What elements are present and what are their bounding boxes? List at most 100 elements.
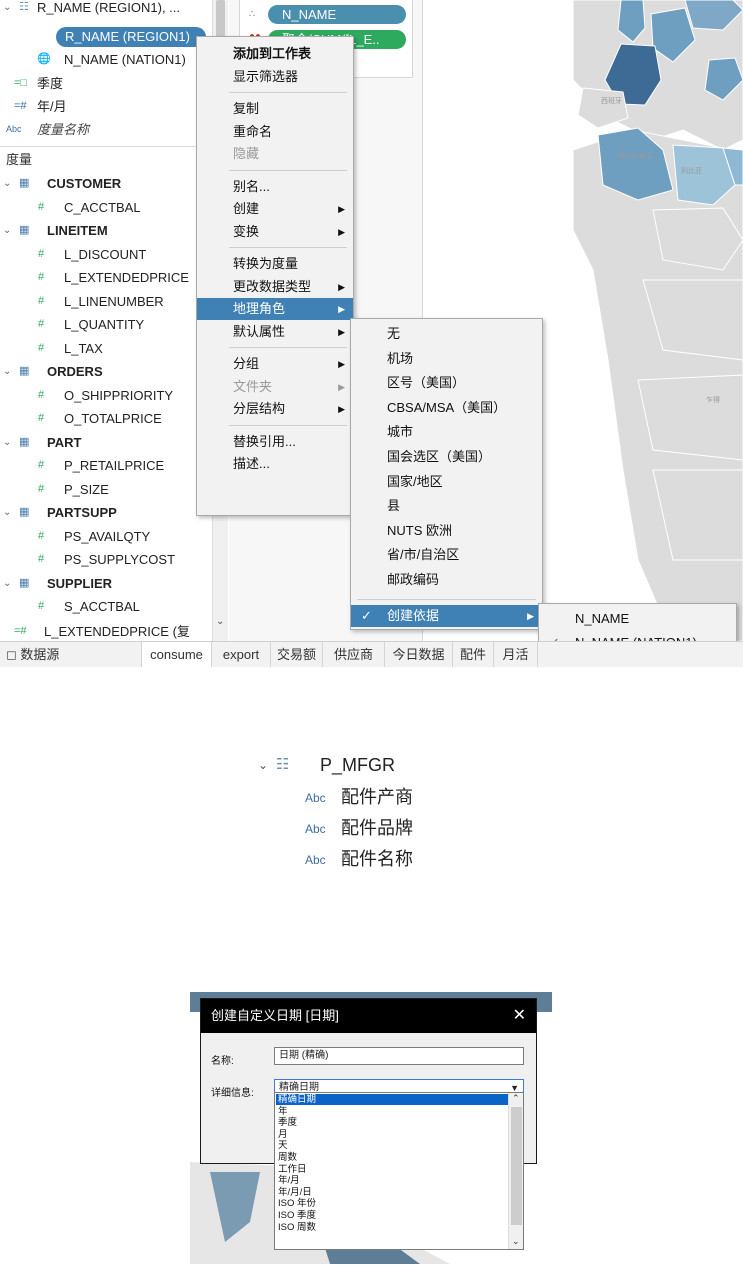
chevron-down-icon[interactable]: ⌄ [3,0,11,19]
tab-parts[interactable]: 配件 [453,642,494,667]
chevron-down-icon[interactable]: ⌄ [3,572,11,595]
dropdown-scrollbar[interactable]: ⌃ ⌄ [508,1093,523,1249]
tree-item-year-month[interactable]: =# 年/月 [0,95,212,118]
tree-field[interactable]: # C_ACCTBAL [0,196,212,219]
tree-field[interactable]: # L_TAX [0,337,212,360]
hierarchy-p-mfgr[interactable]: ⌄ ☷ P_MFGR [258,750,458,780]
geo-role-item[interactable]: 区号（美国） [351,372,542,394]
dropdown-option[interactable]: 月 [276,1129,508,1140]
number-icon: # [38,553,45,565]
dropdown-option[interactable]: ISO 季度 [276,1210,508,1221]
menu-item[interactable]: 替换引用... [197,431,353,453]
tree-table-supplier[interactable]: ⌄ ▦ SUPPLIER [0,572,212,595]
chevron-down-icon[interactable]: ⌄ [3,219,11,242]
chevron-down-icon[interactable]: ⌄ [3,501,11,524]
tree-item-calc-field[interactable]: =# L_EXTENDEDPRICE (复 [0,620,212,641]
list-item[interactable]: Abc 配件产商 [305,782,505,812]
menu-item[interactable]: 分层结构 ▶ [197,398,353,420]
tree-hierarchy-region[interactable]: ⌄ ☷ R_NAME (REGION1), ... [0,0,212,19]
chevron-down-icon[interactable]: ⌄ [3,431,11,454]
geo-role-item[interactable]: ✓ ▶ 创建依据 [351,604,542,627]
dropdown-option[interactable]: 精确日期 [276,1094,508,1105]
geo-role-item[interactable]: NUTS 欧洲 [351,520,542,542]
chevron-up-icon[interactable]: ⌃ [512,1093,520,1104]
tab-supplier[interactable]: 供应商 [323,642,385,667]
menu-item[interactable]: 变换 ▶ [197,221,353,243]
menu-item[interactable]: 转换为度量 [197,253,353,275]
tab-consume[interactable]: consume [142,642,212,667]
tab-data-source[interactable]: ◻ 数据源 [0,642,142,667]
tree-field[interactable]: # O_SHIPPRIORITY [0,384,212,407]
geo-role-item[interactable]: 国家/地区 [351,471,542,493]
chevron-down-icon[interactable]: ⌄ [3,360,11,383]
chevron-down-icon[interactable]: ⌄ [512,1236,520,1247]
dropdown-option[interactable]: 年/月/日 [276,1187,508,1198]
tree-table-customer[interactable]: ⌄ ▦ CUSTOMER [0,172,212,195]
dropdown-option[interactable]: ISO 年份 [276,1198,508,1209]
tree-item-n-name-nation1[interactable]: 🌐 N_NAME (NATION1) [0,48,212,71]
dropdown-option[interactable]: 天 [276,1140,508,1151]
pill-n-name[interactable]: N_NAME [268,5,406,24]
dropdown-option[interactable]: ISO 周数 [276,1222,508,1233]
menu-item[interactable]: 分组 ▶ [197,353,353,375]
tab-export[interactable]: export [212,642,271,667]
tree-item-label: L_QUANTITY [64,317,145,332]
tree-field[interactable]: # L_DISCOUNT [0,243,212,266]
geo-role-item[interactable]: 机场 [351,348,542,370]
close-icon[interactable]: ✕ [513,999,526,1033]
tab-transaction-amount[interactable]: 交易额 [271,642,323,667]
menu-item[interactable]: 描述... [197,453,353,475]
geo-role-item[interactable]: 县 [351,495,542,517]
tree-field[interactable]: # P_SIZE [0,478,212,501]
menu-item[interactable]: 复制 [197,98,353,120]
tree-item-r-name-region1-selected[interactable]: 🌐 R_NAME (REGION1) [56,27,206,47]
number-icon: # [38,412,45,424]
name-input[interactable]: 日期 (精确) [274,1047,524,1065]
menu-item[interactable]: 显示筛选器 [197,66,353,88]
geo-role-item[interactable]: 邮政编码 [351,569,542,591]
dropdown-option[interactable]: 工作日 [276,1164,508,1175]
scrollbar-thumb[interactable] [511,1107,522,1225]
tree-field[interactable]: # L_LINENUMBER [0,290,212,313]
tree-field[interactable]: # P_RETAILPRICE [0,454,212,477]
menu-item[interactable]: 更改数据类型 ▶ [197,276,353,298]
tab-today-data[interactable]: 今日数据 [385,642,453,667]
geo-role-item[interactable]: 国会选区（美国） [351,446,542,468]
dropdown-option[interactable]: 年/月 [276,1175,508,1186]
detail-dropdown-list[interactable]: 精确日期年季度月天周数 工作日 年/月 年/月/日 ISO 年份 ISO 季度 ISO 周数… [274,1092,524,1250]
tree-table-partsupp[interactable]: ⌄ ▦ PARTSUPP [0,501,212,524]
create-from-item[interactable]: N_NAME [539,608,736,630]
tree-item-measure-names[interactable]: Abc 度量名称 [0,118,212,141]
tree-field[interactable]: # S_ACCTBAL [0,595,212,618]
tab-monthly-active[interactable]: 月活 [494,642,538,667]
dropdown-option[interactable]: 年 [276,1106,508,1117]
geo-role-item[interactable]: 省/市/自治区 [351,544,542,566]
geo-role-item[interactable]: 无 [351,323,542,345]
tree-item-season[interactable]: =□ 季度 [0,72,212,95]
field-label: 配件品牌 [341,818,413,838]
geo-role-item[interactable]: CBSA/MSA（美国） [351,397,542,419]
tree-table-lineitem[interactable]: ⌄ ▦ LINEITEM [0,219,212,242]
dropdown-option[interactable]: 周数 [276,1152,508,1163]
menu-item[interactable]: 地理角色 ▶ [197,298,353,320]
menu-item[interactable]: 创建 ▶ [197,198,353,220]
menu-item[interactable]: 默认属性 ▶ [197,321,353,343]
tree-table-orders[interactable]: ⌄ ▦ ORDERS [0,360,212,383]
list-item[interactable]: Abc 配件名称 [305,844,505,874]
dropdown-option[interactable]: 季度 [276,1117,508,1128]
geo-role-item[interactable]: 城市 [351,421,542,443]
menu-item[interactable]: 添加到工作表 [197,43,353,65]
tree-table-part[interactable]: ⌄ ▦ PART [0,431,212,454]
tree-field[interactable]: # L_EXTENDEDPRICE [0,266,212,289]
tree-field[interactable]: # PS_AVAILQTY [0,525,212,548]
tree-field[interactable]: # L_QUANTITY [0,313,212,336]
tree-item-label: PARTSUPP [47,505,117,520]
list-item[interactable]: Abc 配件品牌 [305,813,505,843]
chevron-down-icon[interactable]: ⌄ [258,750,268,780]
chevron-down-icon[interactable]: ⌄ [3,172,11,195]
tree-field[interactable]: # O_TOTALPRICE [0,407,212,430]
chevron-down-icon[interactable]: ⌄ [216,616,224,627]
tree-field[interactable]: # PS_SUPPLYCOST [0,548,212,571]
menu-item[interactable]: 别名... [197,176,353,198]
menu-item[interactable]: 重命名 [197,121,353,143]
